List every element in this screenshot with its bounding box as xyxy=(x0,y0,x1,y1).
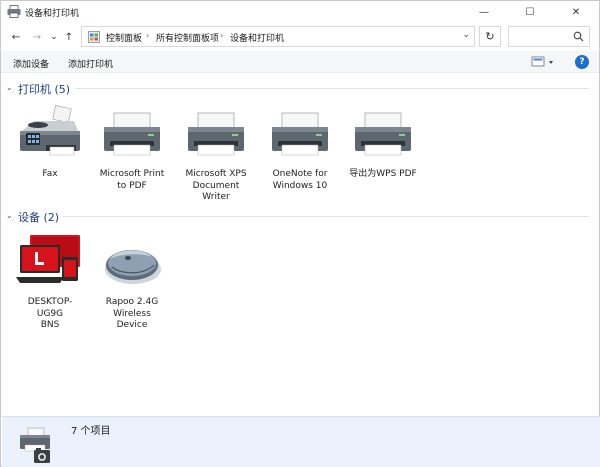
recent-locations-button[interactable]: ⌄ xyxy=(46,28,62,46)
breadcrumb-devices-printers[interactable]: 设备和打印机 xyxy=(230,31,284,44)
minimize-button[interactable]: — xyxy=(461,1,507,23)
printer-icon xyxy=(188,112,244,156)
breadcrumb-control-panel[interactable]: 控制面板 xyxy=(106,31,142,44)
device-label: DESKTOP-UG9G BNS xyxy=(27,297,73,330)
printer-label: Microsoft Print to PDF xyxy=(99,169,165,191)
forward-button[interactable]: → xyxy=(29,28,45,46)
devices-printers-icon xyxy=(20,427,50,463)
devices-printers-window: 设备和打印机 — ☐ ✕ ← → ⌄ ↑ › 控制面板 › 所有控制面板项 › … xyxy=(0,0,600,467)
control-panel-icon xyxy=(88,31,100,43)
fax-icon xyxy=(20,105,80,156)
printer-tile-wps-pdf[interactable]: 导出为WPS PDF xyxy=(349,105,417,181)
details-pane: 7 个项目 xyxy=(2,416,600,467)
search-input[interactable] xyxy=(508,26,590,47)
help-button[interactable]: ? xyxy=(575,55,589,69)
mouse-icon xyxy=(105,250,161,284)
computer-icon xyxy=(16,235,80,283)
printer-tile-ms-xps[interactable]: Microsoft XPS Document Writer xyxy=(182,105,250,204)
printer-icon xyxy=(355,112,411,156)
item-count: 7 个项目 xyxy=(71,426,111,437)
printer-tile-fax[interactable]: Fax xyxy=(16,105,84,181)
printer-app-icon xyxy=(7,5,21,18)
printer-icon xyxy=(104,112,160,156)
printer-icon xyxy=(272,112,328,156)
command-bar: 添加设备 添加打印机 ? xyxy=(1,51,599,73)
search-icon xyxy=(573,31,584,42)
window-title: 设备和打印机 xyxy=(25,9,80,19)
breadcrumb-all-items[interactable]: 所有控制面板项 xyxy=(156,31,219,44)
chevron-down-icon: ⌄ xyxy=(6,211,13,220)
title-bar[interactable]: 设备和打印机 — ☐ ✕ xyxy=(1,1,599,23)
back-button[interactable]: ← xyxy=(8,28,24,46)
address-bar[interactable]: › 控制面板 › 所有控制面板项 › 设备和打印机 ⌄ xyxy=(81,26,475,47)
device-label: Rapoo 2.4G Wireless Device xyxy=(105,297,159,330)
devices-group-header[interactable]: ⌄ 设备 (2) xyxy=(1,208,599,224)
refresh-button[interactable]: ↻ xyxy=(479,26,501,47)
navigation-bar: ← → ⌄ ↑ › 控制面板 › 所有控制面板项 › 设备和打印机 ⌄ ↻ xyxy=(1,25,599,49)
device-tile-desktop[interactable]: DESKTOP-UG9G BNS xyxy=(16,231,84,332)
printer-tile-ms-print-pdf[interactable]: Microsoft Print to PDF xyxy=(98,105,166,192)
printer-label: Microsoft XPS Document Writer xyxy=(185,169,247,202)
devices-group-label: 设备 (2) xyxy=(18,211,60,224)
printers-group-header[interactable]: ⌄ 打印机 (5) xyxy=(1,80,599,96)
device-tile-rapoo[interactable]: Rapoo 2.4G Wireless Device xyxy=(98,231,166,332)
close-button[interactable]: ✕ xyxy=(553,1,599,23)
printer-label: OneNote for Windows 10 xyxy=(272,169,328,191)
chevron-down-icon: ⌄ xyxy=(6,83,13,92)
address-dropdown-icon[interactable]: ⌄ xyxy=(462,30,470,40)
printer-label: 导出为WPS PDF xyxy=(349,169,417,179)
group-divider xyxy=(75,88,589,89)
breadcrumb-separator-icon: › xyxy=(146,31,150,40)
up-button[interactable]: ↑ xyxy=(61,28,77,46)
breadcrumb-separator-icon: › xyxy=(220,31,224,40)
printer-tile-onenote[interactable]: OneNote for Windows 10 xyxy=(266,105,334,192)
change-view-icon[interactable] xyxy=(531,56,555,68)
printers-group-label: 打印机 (5) xyxy=(18,83,71,96)
add-device-button[interactable]: 添加设备 xyxy=(13,57,49,70)
group-divider xyxy=(63,216,589,217)
printer-label: Fax xyxy=(42,169,58,179)
add-printer-button[interactable]: 添加打印机 xyxy=(68,57,113,70)
maximize-button[interactable]: ☐ xyxy=(507,1,553,23)
